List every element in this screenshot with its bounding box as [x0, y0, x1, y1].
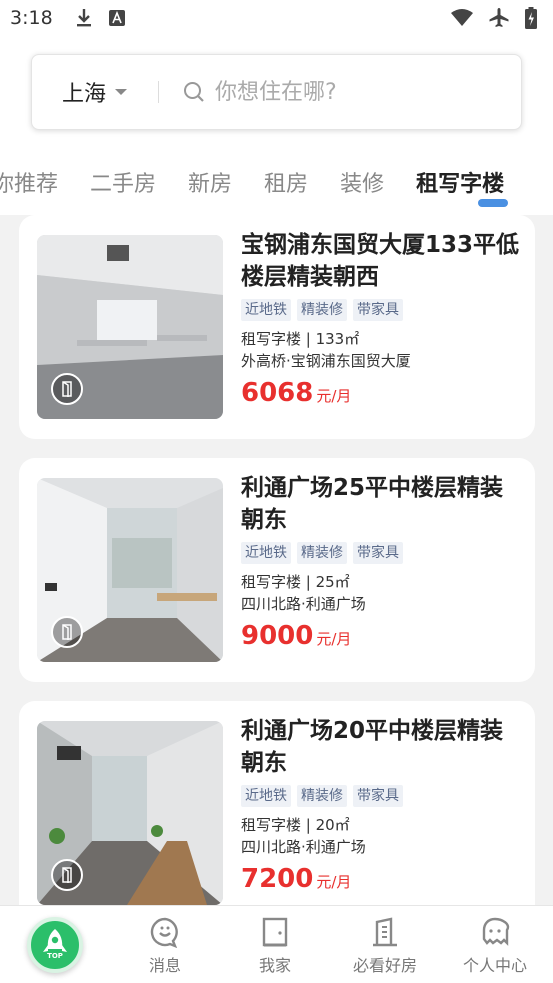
- price-value: 7200: [241, 864, 314, 894]
- listing-meta: 租写字楼 | 25㎡: [241, 573, 350, 591]
- tag-row: 近地铁 精装修 带家具: [241, 299, 523, 321]
- fab-label: TOP: [47, 952, 63, 960]
- status-bar: 3:18: [0, 0, 553, 36]
- tag: 近地铁: [241, 299, 291, 321]
- listing-title: 宝钢浦东国贸大厦133平低楼层精装朝西: [241, 232, 520, 290]
- home-door-icon: [259, 914, 291, 950]
- city-label: 上海: [62, 82, 107, 107]
- search-bar: 上海: [31, 54, 522, 130]
- listing-meta: 租写字楼 | 20㎡: [241, 816, 350, 834]
- category-tabs: 你推荐 二手房 新房 租房 装修 租写字楼: [0, 160, 509, 207]
- price-value: 9000: [241, 621, 314, 651]
- tag: 精装修: [297, 785, 347, 807]
- nav-home[interactable]: 我家: [220, 914, 330, 976]
- tag-row: 近地铁 精装修 带家具: [241, 542, 523, 564]
- caret-down-icon: [115, 89, 128, 95]
- city-selector[interactable]: 上海: [32, 76, 158, 108]
- header-area: 3:18 上海 你想住在哪? 你推荐 二手房 新房 租房 装修 租写字楼: [0, 0, 553, 215]
- listing-card[interactable]: 利通广场20平中楼层精装朝东 近地铁 精装修 带家具 租写字楼 | 20㎡ 四川…: [19, 701, 535, 905]
- status-time: 3:18: [10, 7, 53, 29]
- building-icon: [369, 914, 401, 950]
- tag: 精装修: [297, 299, 347, 321]
- wifi-icon: [451, 9, 473, 27]
- a-icon: [108, 10, 125, 26]
- tab-recommend[interactable]: 你推荐: [0, 166, 58, 198]
- listing-location: 外高桥·宝钢浦东国贸大厦: [241, 352, 411, 370]
- profile-icon: [479, 914, 511, 950]
- price-value: 6068: [241, 378, 314, 408]
- listing-meta: 租写字楼 | 133㎡: [241, 330, 360, 348]
- listing-title: 利通广场20平中楼层精装朝东: [241, 718, 504, 776]
- tag: 近地铁: [241, 542, 291, 564]
- listing-photo[interactable]: [37, 721, 223, 905]
- tab-second-hand[interactable]: 二手房: [90, 166, 156, 198]
- active-tab-indicator: [478, 199, 509, 207]
- nav-home-label: 我家: [258, 955, 291, 975]
- vr-icon: [51, 373, 83, 405]
- rocket-icon: TOP: [43, 928, 67, 960]
- tab-office-rent-label: 租写字楼: [416, 172, 505, 197]
- listing-photo[interactable]: [37, 235, 223, 419]
- battery-icon: [525, 7, 537, 29]
- listing-list[interactable]: 宝钢浦东国贸大厦133平低楼层精装朝西 近地铁 精装修 带家具 租写字楼 | 1…: [0, 215, 553, 905]
- tag: 近地铁: [241, 785, 291, 807]
- listing-location: 四川北路·利通广场: [241, 595, 366, 613]
- tag: 精装修: [297, 542, 347, 564]
- tab-rent[interactable]: 租房: [264, 166, 308, 198]
- airplane-icon: [489, 8, 509, 28]
- price-unit: 元/月: [316, 630, 352, 648]
- nav-profile[interactable]: 个人中心: [440, 914, 550, 976]
- price-unit: 元/月: [316, 387, 352, 405]
- nav-message-label: 消息: [148, 955, 181, 975]
- nav-profile-label: 个人中心: [462, 955, 527, 975]
- search-divider: [158, 81, 159, 103]
- nav-message[interactable]: 消息: [110, 914, 220, 976]
- search-icon: [183, 81, 205, 103]
- nav-featured-label: 必看好房: [352, 955, 417, 975]
- listing-card[interactable]: 宝钢浦东国贸大厦133平低楼层精装朝西 近地铁 精装修 带家具 租写字楼 | 1…: [19, 215, 535, 439]
- tag: 带家具: [353, 299, 403, 321]
- tag: 带家具: [353, 785, 403, 807]
- listing-price: 7200 元/月: [241, 864, 523, 894]
- tab-office-rent[interactable]: 租写字楼: [416, 166, 509, 207]
- download-icon: [75, 8, 93, 28]
- tab-renovation[interactable]: 装修: [340, 166, 384, 198]
- tag: 带家具: [353, 542, 403, 564]
- listing-title: 利通广场25平中楼层精装朝东: [241, 475, 504, 533]
- listing-price: 9000 元/月: [241, 621, 523, 651]
- vr-icon: [51, 616, 83, 648]
- search-box: [183, 79, 521, 105]
- search-input[interactable]: [215, 79, 475, 105]
- message-icon: [149, 914, 181, 950]
- vr-icon: [51, 859, 83, 891]
- listing-card[interactable]: 利通广场25平中楼层精装朝东 近地铁 精装修 带家具 租写字楼 | 25㎡ 四川…: [19, 458, 535, 682]
- nav-featured[interactable]: 必看好房: [330, 914, 440, 976]
- listing-price: 6068 元/月: [241, 378, 523, 408]
- price-unit: 元/月: [316, 873, 352, 891]
- scroll-top-button[interactable]: TOP: [27, 916, 83, 973]
- listing-photo[interactable]: [37, 478, 223, 662]
- listing-location: 四川北路·利通广场: [241, 838, 366, 856]
- tab-new-home[interactable]: 新房: [188, 166, 232, 198]
- bottom-nav: TOP 消息 我家 必看好房 个人中心: [0, 905, 553, 983]
- tag-row: 近地铁 精装修 带家具: [241, 785, 523, 807]
